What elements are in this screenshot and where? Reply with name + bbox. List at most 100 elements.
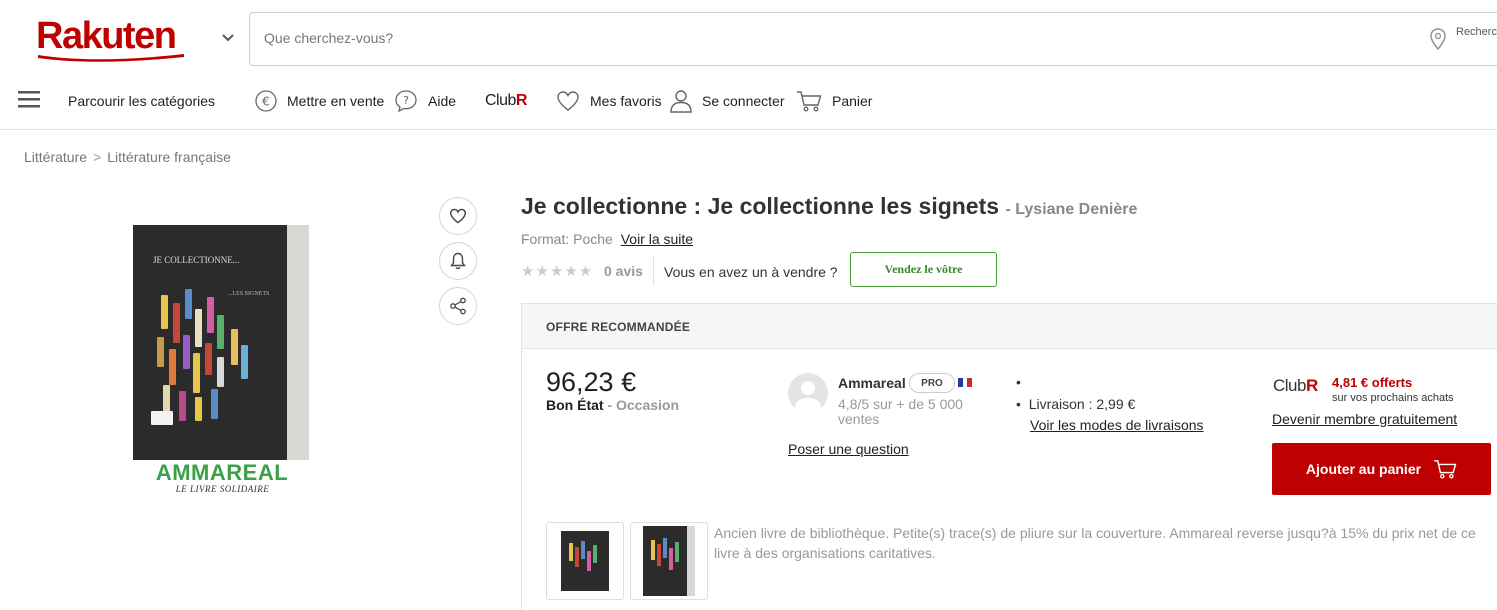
- nav-help[interactable]: ? Aide: [394, 86, 456, 116]
- bookmark-shape: [185, 289, 192, 319]
- bookmark-shape: [173, 303, 180, 343]
- rating-stars: ★★★★★: [521, 263, 594, 280]
- search-input[interactable]: [264, 30, 1364, 46]
- bookmark-shape: [241, 345, 248, 379]
- nav-categories-label: Parcourir les catégories: [68, 93, 216, 109]
- book-cover-title: JE COLLECTIONNE...: [153, 255, 240, 265]
- nav-categories[interactable]: Parcourir les catégories: [68, 86, 215, 116]
- delivery-info: • Livraison : 2,99 €: [1016, 396, 1135, 412]
- bookmark-shape: [207, 297, 214, 333]
- sell-yours-button[interactable]: Vendez le vôtre: [850, 252, 997, 287]
- breadcrumb-separator: >: [93, 149, 102, 165]
- nav-login[interactable]: Se connecter: [670, 86, 785, 116]
- thumbnail-image[interactable]: [630, 522, 708, 600]
- bookmark-shape: [205, 343, 212, 375]
- bookmark-shape: [179, 391, 186, 421]
- breadcrumb-item[interactable]: Littérature: [24, 149, 87, 165]
- club-offer-subtitle: sur vos prochains achats: [1332, 392, 1454, 404]
- bookmark-shape: [217, 357, 224, 387]
- condition-type: - Occasion: [607, 397, 680, 413]
- bookmark-shape: [161, 295, 168, 329]
- seller-rating: 4,8/5 sur + de 5 000 ventes: [838, 396, 963, 427]
- share-icon: [450, 297, 466, 315]
- divider: [653, 256, 654, 286]
- product-image[interactable]: JE COLLECTIONNE... ...LES SIGNETS: [133, 225, 309, 460]
- delivery-modes-link[interactable]: Voir les modes de livraisons: [1030, 417, 1204, 433]
- bookmark-shape: [169, 349, 176, 385]
- bookmark-shape: [183, 335, 190, 369]
- add-to-cart-button[interactable]: Ajouter au panier: [1272, 443, 1491, 495]
- bookmark-shape: [217, 315, 224, 349]
- pro-badge: PRO: [909, 373, 955, 393]
- nav-login-label: Se connecter: [702, 93, 785, 109]
- item-description: Ancien livre de bibliothèque. Petite(s) …: [714, 525, 1476, 561]
- bookmark-shape: [193, 353, 200, 393]
- nav-favorites-label: Mes favoris: [590, 93, 662, 109]
- nav-sell[interactable]: € Mettre en vente: [255, 86, 384, 116]
- add-to-cart-label: Ajouter au panier: [1305, 461, 1422, 477]
- thumbnail-image[interactable]: [546, 522, 624, 600]
- thumbnail-book-shape: [643, 526, 695, 596]
- price: 96,23 €: [546, 367, 637, 397]
- delivery-price: Livraison : 2,99 €: [1028, 396, 1136, 412]
- seller-name[interactable]: Ammareal: [838, 375, 906, 391]
- heart-icon: [557, 91, 579, 111]
- nav-cart[interactable]: Panier: [796, 86, 872, 116]
- seller-avatar[interactable]: [788, 373, 828, 413]
- svg-text:?: ?: [403, 94, 409, 107]
- bullet: •: [1016, 396, 1029, 412]
- euro-icon: €: [255, 90, 277, 112]
- nav-favorites[interactable]: Mes favoris: [556, 86, 662, 116]
- nav-cart-label: Panier: [832, 93, 873, 109]
- location-pin-icon[interactable]: [1430, 28, 1446, 50]
- book-spine: [287, 225, 309, 460]
- nav-help-label: Aide: [428, 93, 457, 109]
- review-count[interactable]: 0 avis: [604, 263, 643, 279]
- user-placeholder-icon: [794, 381, 822, 413]
- bookmark-shape: [157, 337, 164, 367]
- ammareal-brand-subtitle: LE LIVRE SOLIDAIRE: [175, 484, 270, 494]
- nav-sell-label: Mettre en vente: [287, 93, 385, 109]
- bell-icon: [450, 252, 466, 270]
- item-condition: Bon État - Occasion: [546, 397, 679, 413]
- france-flag-icon: [958, 378, 973, 387]
- clubr-logo: ClubR: [485, 92, 528, 109]
- thumbnail-book-shape: [561, 531, 609, 591]
- breadcrumb-item[interactable]: Littérature française: [107, 149, 231, 165]
- product-format: Format: Poche Voir la suite: [521, 231, 693, 247]
- ammareal-brand: AMMAREAL: [155, 460, 289, 485]
- club-offer-amount: 4,81 € offerts: [1332, 375, 1413, 390]
- become-member-link[interactable]: Devenir membre gratuitement: [1272, 411, 1457, 427]
- cart-icon: [1434, 460, 1457, 479]
- clubr-r-mark: R: [515, 92, 528, 109]
- nav-clubr[interactable]: ClubR: [485, 86, 527, 116]
- book-cover-subtitle: ...LES SIGNETS: [228, 291, 270, 297]
- help-bubble-icon: ?: [395, 90, 417, 113]
- product-title: Je collectionne : Je collectionne les si…: [521, 193, 1000, 219]
- heart-icon: [449, 208, 467, 224]
- clubr-r-mark: R: [1305, 376, 1318, 395]
- cart-icon: [797, 91, 822, 112]
- share-button[interactable]: [439, 287, 477, 325]
- clubr-badge: ClubR: [1273, 376, 1318, 395]
- ask-question-link[interactable]: Poser une question: [788, 441, 909, 457]
- product-author[interactable]: - Lysiane Denière: [1005, 201, 1137, 218]
- search-location-label[interactable]: Recherc autour d: [1456, 26, 1497, 39]
- product-title-line: Je collectionne : Je collectionne les si…: [521, 193, 1137, 220]
- condition-label: Bon État: [546, 397, 604, 413]
- menu-icon[interactable]: [18, 90, 40, 108]
- chevron-down-icon[interactable]: [220, 30, 236, 46]
- format-label: Format: Poche: [521, 231, 613, 247]
- bullet: •: [1016, 374, 1021, 390]
- sell-question: Vous en avez un à vendre ?: [664, 264, 838, 280]
- header-divider: [0, 129, 1497, 130]
- offer-header-label: OFFRE RECOMMANDÉE: [546, 320, 691, 334]
- bookmark-shape: [231, 329, 238, 365]
- bookmark-shape: [195, 397, 202, 421]
- search-bar[interactable]: [249, 12, 1497, 66]
- breadcrumb: Littérature > Littérature française: [24, 149, 231, 165]
- alert-button[interactable]: [439, 242, 477, 280]
- favorite-button[interactable]: [439, 197, 477, 235]
- see-more-link[interactable]: Voir la suite: [621, 231, 693, 247]
- barcode-label-shape: [151, 411, 173, 425]
